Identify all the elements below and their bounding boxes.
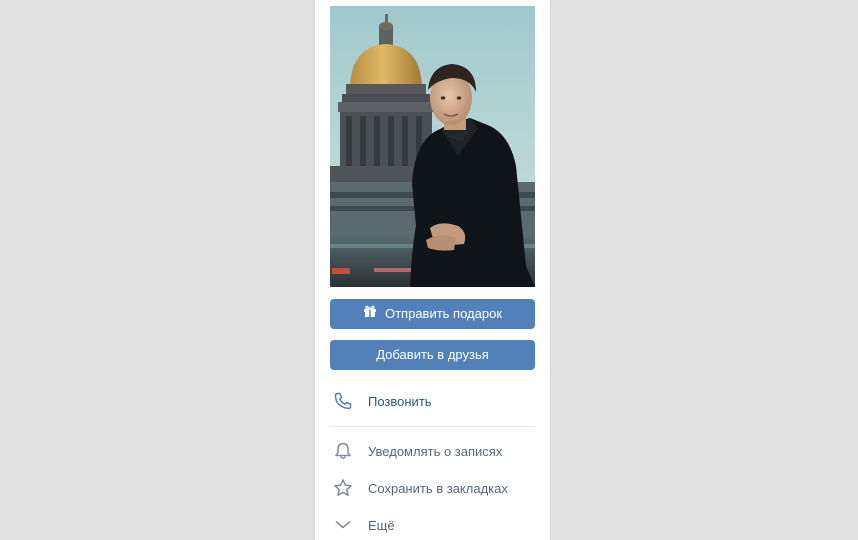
gift-icon xyxy=(363,299,377,329)
send-gift-button[interactable]: Отправить подарок xyxy=(330,299,535,329)
profile-photo-image xyxy=(330,6,535,287)
chevron-down-icon xyxy=(332,514,354,536)
add-friend-label: Добавить в друзья xyxy=(376,347,489,362)
bell-icon xyxy=(332,440,354,462)
save-bookmark-action[interactable]: Сохранить в закладках xyxy=(330,474,535,502)
phone-icon xyxy=(332,390,354,412)
call-action[interactable]: Позвонить xyxy=(330,387,535,415)
notify-posts-label: Уведомлять о записях xyxy=(368,443,503,459)
profile-card: Отправить подарок Добавить в друзья Позв… xyxy=(315,0,550,540)
call-label: Позвонить xyxy=(368,393,432,409)
more-actions[interactable]: Ещё xyxy=(330,511,535,539)
add-friend-button[interactable]: Добавить в друзья xyxy=(330,340,535,370)
profile-photo[interactable] xyxy=(330,6,535,287)
star-icon xyxy=(332,477,354,499)
actions-divider xyxy=(330,426,535,427)
more-label: Ещё xyxy=(368,517,395,533)
save-bookmark-label: Сохранить в закладках xyxy=(368,480,508,496)
notify-posts-action[interactable]: Уведомлять о записях xyxy=(330,437,535,465)
send-gift-label: Отправить подарок xyxy=(384,306,503,321)
